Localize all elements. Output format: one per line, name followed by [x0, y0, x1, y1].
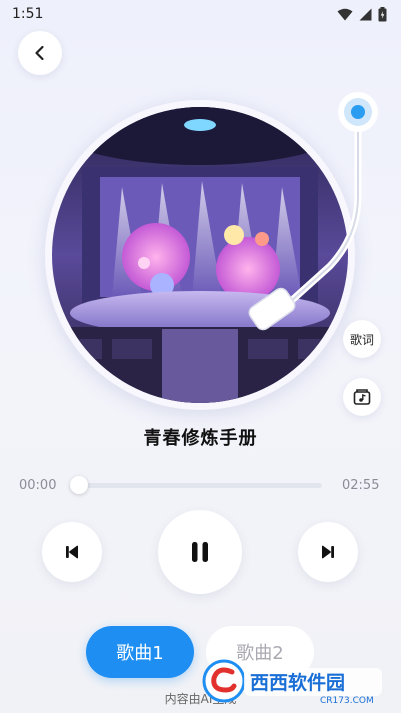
progress-track[interactable]: [72, 483, 322, 488]
wifi-icon: [337, 8, 353, 20]
download-button[interactable]: [343, 378, 381, 416]
status-time: 1:51: [12, 6, 44, 22]
skip-next-icon: [322, 545, 334, 559]
back-button[interactable]: [18, 31, 62, 75]
lyrics-button[interactable]: 歌词: [343, 320, 381, 358]
next-button[interactable]: [298, 522, 358, 582]
previous-button[interactable]: [42, 522, 102, 582]
pause-icon: [192, 542, 208, 562]
elapsed-time: 00:00: [19, 478, 57, 493]
duration-time: 02:55: [342, 478, 380, 493]
tonearm: [248, 92, 378, 331]
watermark-url: CR173.COM: [320, 696, 374, 706]
status-bar: 1:51: [0, 0, 401, 28]
tab-song-1[interactable]: 歌曲1: [86, 626, 194, 678]
lyrics-label: 歌词: [349, 332, 374, 347]
signal-icon: [359, 8, 372, 20]
pause-button[interactable]: [158, 510, 242, 594]
status-icons: [337, 6, 387, 22]
music-download-icon: [353, 389, 371, 405]
song-title: 青春修炼手册: [143, 428, 258, 449]
battery-icon: [378, 6, 387, 21]
watermark-brand: 西西软件园: [250, 671, 345, 694]
skip-previous-icon: [66, 545, 78, 559]
progress-thumb[interactable]: [70, 476, 88, 494]
watermark-logo: 西西软件园 CR173.COM: [202, 659, 382, 706]
chevron-left-icon: [35, 45, 44, 61]
